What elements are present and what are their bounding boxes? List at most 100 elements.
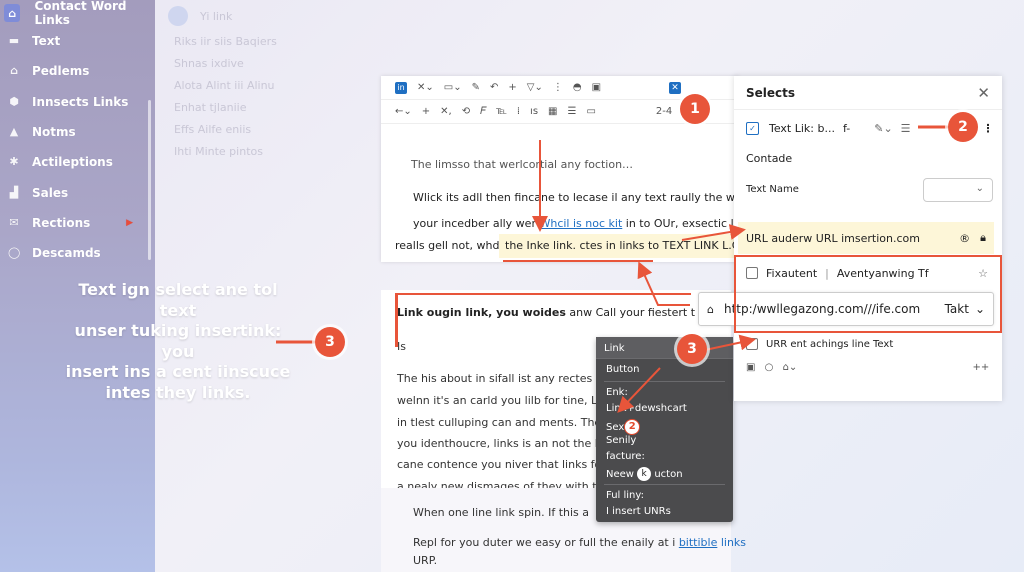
menu-item-link-dewshcart[interactable]: Link+dewshcart: [596, 401, 733, 417]
add-icon[interactable]: ++: [972, 362, 989, 373]
menu-item-senily[interactable]: Senily: [596, 433, 733, 449]
shield-icon: ⬢: [9, 94, 19, 108]
list-icon[interactable]: ☰: [901, 122, 911, 135]
link-icon[interactable]: ⟲: [462, 106, 470, 117]
sidebar-scrollbar[interactable]: [148, 100, 151, 260]
plus-icon[interactable]: +: [422, 106, 430, 117]
close-format-icon[interactable]: ✕⌄: [417, 82, 434, 93]
menu-separator: [604, 381, 725, 382]
url-insertion-box[interactable]: URL auderw URL imsertion.com ® 🔒︎: [738, 222, 994, 254]
sidebar-title: Contact Word Links: [34, 0, 127, 27]
doc-line: Repl for you duter we easy or full the e…: [413, 536, 746, 549]
home-icon[interactable]: ⌂: [4, 4, 21, 22]
sidebar-item-label: Rections: [32, 215, 91, 230]
faded-row: Alota Alint iii Alinu: [174, 79, 275, 92]
sidebar-item-descamds[interactable]: ◯ Descamds: [0, 238, 155, 268]
menu-item-neew[interactable]: Neew k ucton: [596, 465, 733, 481]
align-icon[interactable]: ıs: [530, 106, 538, 117]
pen-icon[interactable]: ✎: [472, 82, 480, 93]
lock-icon[interactable]: 🔒︎: [980, 231, 986, 245]
sidebar-item-label: Notms: [32, 125, 76, 140]
tag-icon[interactable]: ⌂⌄: [783, 362, 798, 373]
menu-item-sex[interactable]: Sex 2: [596, 417, 733, 435]
table-icon[interactable]: ▦: [548, 106, 557, 117]
note-line: Text ign select ane tol text: [78, 280, 278, 320]
menu-item-enk[interactable]: Enk:: [596, 385, 733, 401]
undo-icon[interactable]: ↶: [490, 82, 498, 93]
chevron-down-icon: ⌄: [975, 183, 984, 194]
doc-is-label: Is: [397, 340, 406, 353]
sidebar-header[interactable]: ⌂ Contact Word Links: [0, 0, 155, 27]
sidebar-item-notms[interactable]: ▲ Notms: [0, 117, 155, 147]
menu-item-ful-liny[interactable]: Ful liny:: [596, 488, 733, 504]
doc-line: in tlest culluping can and ments. The c: [397, 416, 611, 429]
menu-item-label: ucton: [654, 469, 683, 480]
context-menu-title: Link: [596, 337, 733, 359]
arrow-left-icon[interactable]: ←⌄: [395, 106, 412, 117]
callout-two-small: 2: [624, 419, 641, 435]
callout-two: 2: [948, 112, 978, 142]
folder-icon: ▬: [8, 34, 20, 48]
sidebar-item-actileptions[interactable]: ✱ Actileptions: [0, 147, 155, 177]
editor-line: your incedber ally wer Whcil is noc kit …: [413, 217, 740, 230]
text-name-select[interactable]: ⌄: [923, 178, 993, 202]
italic-icon[interactable]: 𝐹: [480, 106, 486, 117]
document-icon[interactable]: ▭⌄: [444, 82, 462, 93]
more-icon[interactable]: ⋮: [983, 122, 994, 135]
text-link-label: Text Lik: b...: [769, 122, 835, 135]
circle-icon[interactable]: ○: [765, 362, 774, 373]
panel-header: Selects ✕: [734, 76, 1002, 110]
function-icon[interactable]: f-: [843, 122, 850, 135]
sidebar-item-label: Actileptions: [32, 155, 113, 170]
editor-logo-icon: in: [395, 81, 407, 94]
menu-item-facture[interactable]: facture:: [596, 449, 733, 465]
editor-link[interactable]: Whcil is noc kit: [539, 217, 622, 230]
text-size-icon[interactable]: ℡: [496, 106, 507, 117]
format-icon[interactable]: ⋮: [553, 82, 563, 93]
registered-icon: ®: [959, 231, 971, 245]
editor-text: in to OUr, exsectic ly: [625, 217, 741, 230]
menu-item-button[interactable]: Button: [596, 362, 733, 378]
highlighted-link-text[interactable]: the Inke link. ctes in links to TEXT LIN…: [499, 234, 735, 258]
calendar-icon[interactable]: ▣: [746, 362, 755, 373]
expand-arrow-icon[interactable]: ▶: [126, 218, 133, 228]
close-icon[interactable]: ✕: [977, 84, 990, 102]
chat-icon[interactable]: ▭: [586, 106, 595, 117]
list-icon[interactable]: ⁞: [517, 106, 520, 117]
urr-checkbox[interactable]: [746, 338, 758, 350]
text-link-icon: ✓: [746, 122, 759, 135]
doc-text: Repl for you duter we easy or full the e…: [413, 536, 676, 549]
bullet-icon[interactable]: ☰: [568, 106, 577, 117]
sidebar-item-innsects-links[interactable]: ⬢ Innsects Links: [0, 87, 155, 117]
callout-three-left: 3: [315, 327, 345, 357]
faded-row: Riks iir siis Baqiers: [174, 35, 277, 48]
person-icon: ▲: [9, 125, 19, 139]
add-icon[interactable]: +: [508, 82, 516, 93]
sidebar-item-sales[interactable]: ▟ Sales: [0, 177, 155, 207]
sidebar-item-text[interactable]: ▬ Text: [0, 26, 155, 56]
sidebar-item-rections[interactable]: ✉ Rections ▶: [0, 208, 155, 238]
menu-item-insert-unrs[interactable]: I insert UNRs: [596, 504, 733, 520]
editor-line: The limsso that werlcortial any foction…: [411, 158, 634, 171]
close-toolbar-icon[interactable]: ✕: [669, 81, 682, 94]
urr-row[interactable]: URR ent achings line Text: [746, 338, 893, 350]
editor-line: Wlick its adll then fincane to lecase il…: [413, 191, 748, 204]
sidebar-item-pedlems[interactable]: ⌂ Pedlems: [0, 56, 155, 86]
urr-label: URR ent achings line Text: [766, 338, 894, 350]
image-icon[interactable]: ▣: [592, 82, 601, 93]
highlight-box-heading: [395, 293, 691, 335]
pencil-icon[interactable]: ✎⌄: [874, 122, 892, 135]
chat-icon: ◯: [8, 246, 21, 260]
doc-link[interactable]: bittible: [679, 536, 718, 549]
user-icon[interactable]: ◓: [573, 82, 582, 93]
toolbar-count: 2-4: [655, 106, 673, 117]
doc-line: you identhoucre, links is an not the li: [397, 437, 601, 450]
filter-icon[interactable]: ▽⌄: [527, 82, 543, 93]
annotation-line: [395, 293, 398, 347]
text-name-label: Text Name: [746, 184, 799, 195]
panel-footer-icons: ▣ ○ ⌂⌄ ++: [746, 362, 989, 373]
menu-item-label: Sex: [606, 422, 625, 433]
doc-link[interactable]: links: [721, 536, 746, 549]
chart-icon: ▟: [9, 185, 19, 199]
cross-icon[interactable]: ✕,: [440, 106, 452, 117]
